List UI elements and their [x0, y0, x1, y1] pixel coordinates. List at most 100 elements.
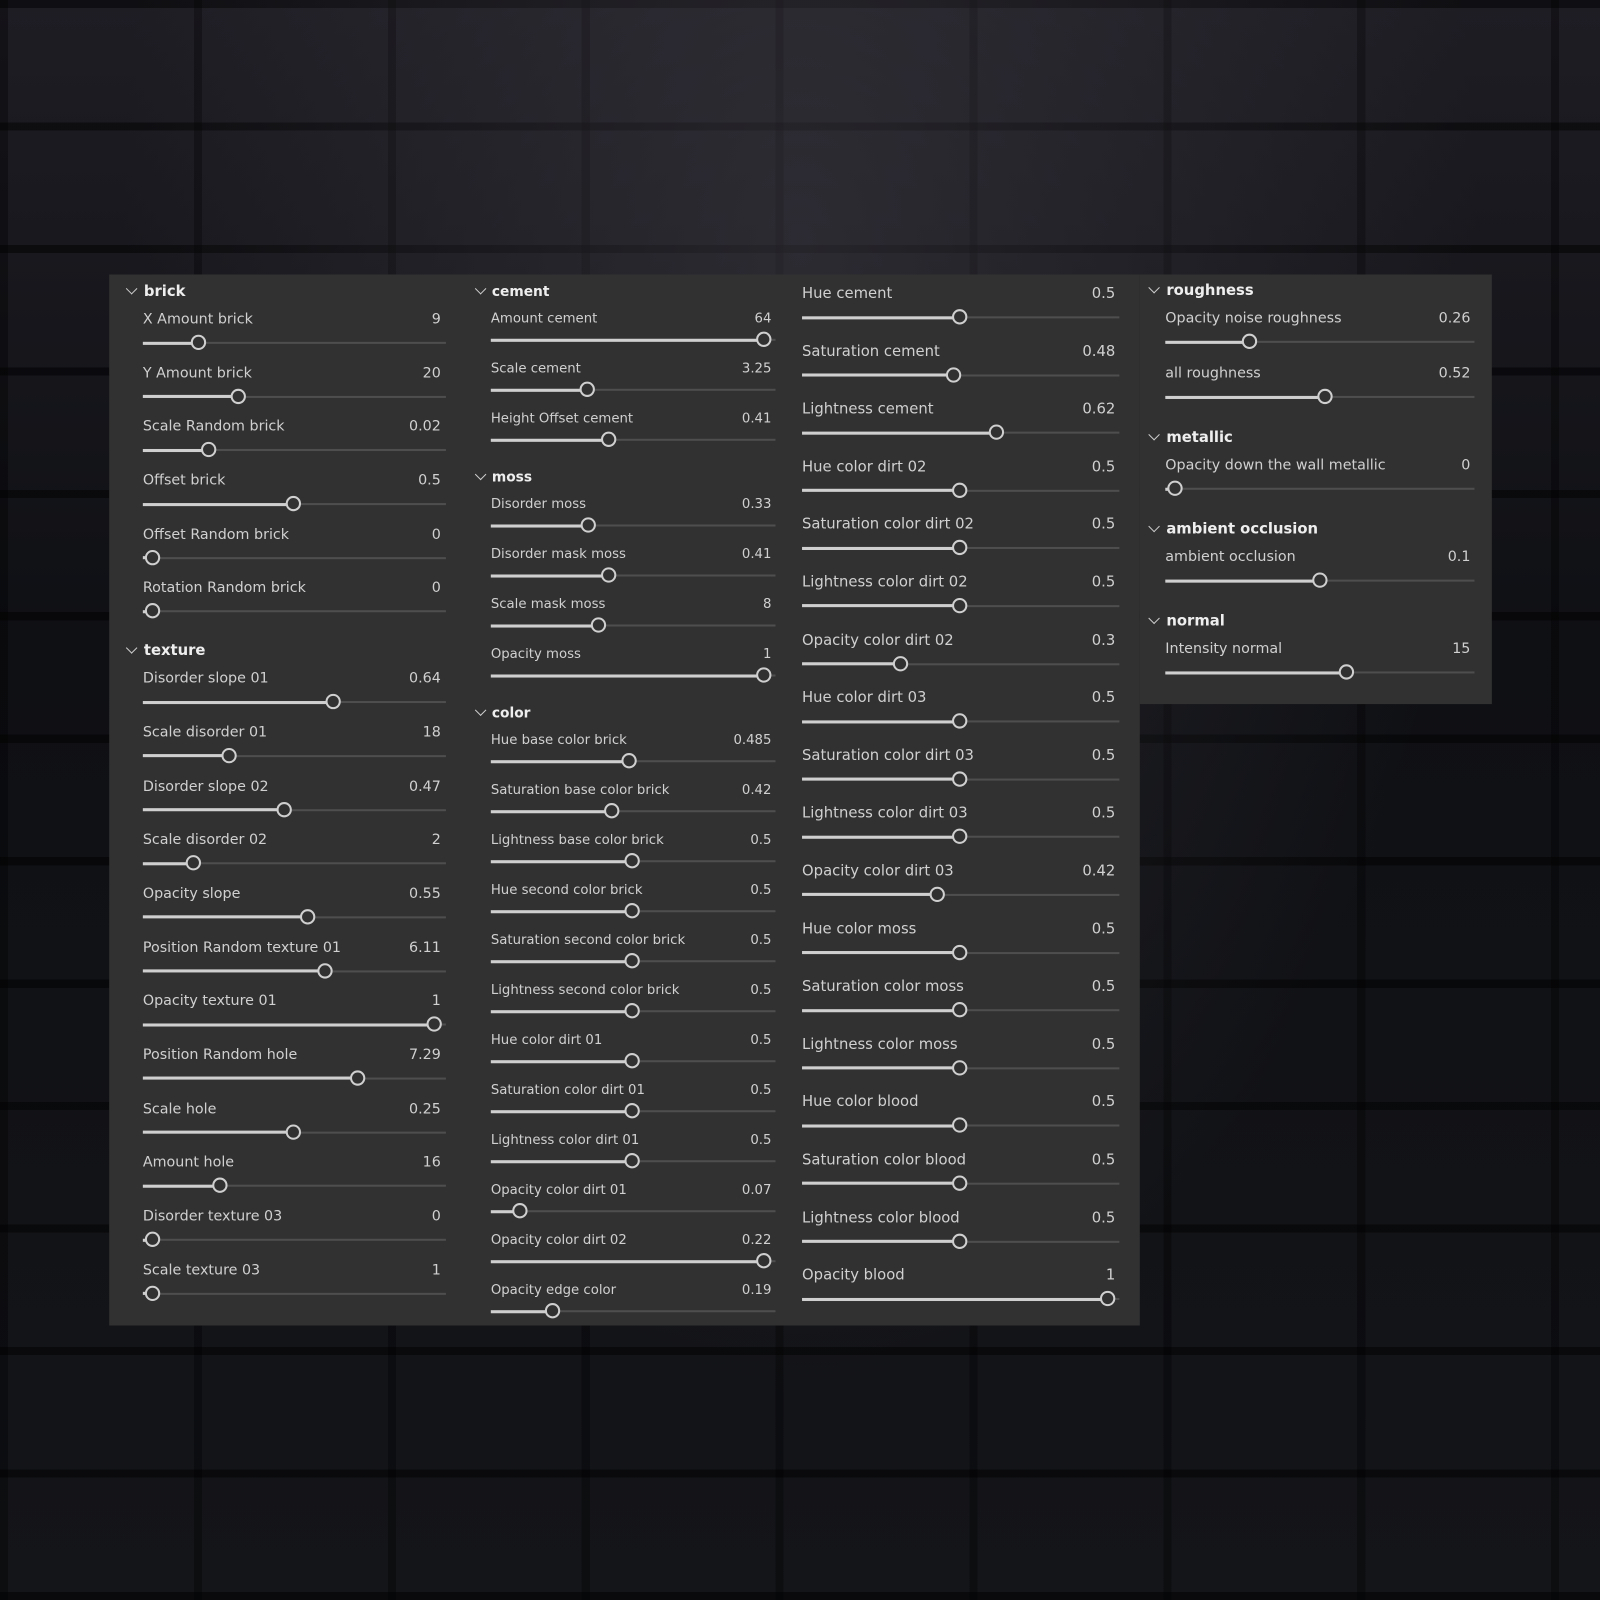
- parameter-value[interactable]: 0.64: [409, 668, 441, 688]
- parameter-value[interactable]: 20: [423, 363, 441, 383]
- parameter-slider[interactable]: [490, 1253, 776, 1269]
- slider-handle[interactable]: [952, 482, 968, 498]
- parameter-value[interactable]: 0.5: [750, 931, 771, 951]
- slider-handle[interactable]: [624, 953, 640, 969]
- slider-handle[interactable]: [952, 713, 968, 729]
- parameter-slider[interactable]: [490, 617, 776, 633]
- parameter-slider[interactable]: [490, 1203, 776, 1219]
- parameter-slider[interactable]: [142, 1177, 446, 1194]
- slider-handle[interactable]: [200, 442, 217, 458]
- parameter-value[interactable]: 0.22: [742, 1231, 772, 1251]
- parameter-slider[interactable]: [802, 309, 1120, 325]
- parameter-value[interactable]: 0.26: [1439, 308, 1471, 328]
- section-header[interactable]: brick: [125, 282, 446, 310]
- parameter-slider[interactable]: [802, 771, 1120, 787]
- slider-handle[interactable]: [276, 801, 292, 817]
- parameter-value[interactable]: 6.11: [409, 937, 441, 957]
- slider-handle[interactable]: [512, 1203, 528, 1219]
- parameter-slider[interactable]: [142, 801, 446, 817]
- parameter-slider[interactable]: [802, 1117, 1120, 1133]
- parameter-value[interactable]: 0.62: [1082, 399, 1115, 419]
- parameter-value[interactable]: 1: [763, 645, 771, 665]
- slider-handle[interactable]: [190, 334, 207, 350]
- parameter-value[interactable]: 0.5: [1092, 515, 1116, 535]
- slider-handle[interactable]: [426, 1016, 442, 1032]
- parameter-value[interactable]: 0.19: [742, 1281, 772, 1301]
- parameter-slider[interactable]: [490, 1103, 776, 1119]
- slider-handle[interactable]: [952, 1233, 968, 1249]
- parameter-slider[interactable]: [490, 803, 776, 819]
- slider-handle[interactable]: [988, 424, 1005, 440]
- parameter-slider[interactable]: [490, 517, 776, 533]
- parameter-value[interactable]: 0.52: [1439, 363, 1471, 383]
- section-header[interactable]: texture: [125, 641, 446, 669]
- slider-handle[interactable]: [144, 549, 161, 566]
- parameter-slider[interactable]: [142, 1070, 446, 1086]
- parameter-value[interactable]: 0.5: [1092, 1150, 1116, 1170]
- slider-handle[interactable]: [1242, 333, 1258, 349]
- parameter-value[interactable]: 0.5: [1092, 977, 1116, 997]
- parameter-value[interactable]: 0: [432, 524, 441, 544]
- parameter-slider[interactable]: [1165, 388, 1475, 405]
- parameter-value[interactable]: 0.5: [1092, 803, 1116, 823]
- parameter-slider[interactable]: [802, 1059, 1120, 1076]
- parameter-slider[interactable]: [142, 694, 446, 710]
- parameter-slider[interactable]: [802, 655, 1120, 671]
- parameter-slider[interactable]: [490, 903, 776, 919]
- parameter-value[interactable]: 0.25: [409, 1099, 441, 1119]
- parameter-slider[interactable]: [142, 747, 446, 764]
- parameter-value[interactable]: 0: [432, 1206, 441, 1226]
- parameter-slider[interactable]: [802, 886, 1120, 902]
- slider-handle[interactable]: [230, 388, 246, 404]
- parameter-slider[interactable]: [1165, 480, 1475, 496]
- parameter-value[interactable]: 1: [432, 1260, 441, 1280]
- parameter-value[interactable]: 64: [755, 309, 772, 329]
- parameter-value[interactable]: 1: [432, 991, 441, 1011]
- slider-handle[interactable]: [945, 366, 962, 383]
- slider-handle[interactable]: [624, 1053, 640, 1069]
- parameter-slider[interactable]: [802, 1175, 1120, 1191]
- parameter-slider[interactable]: [490, 853, 776, 869]
- parameter-value[interactable]: 0.5: [750, 1131, 771, 1151]
- parameter-slider[interactable]: [802, 366, 1120, 383]
- parameter-slider[interactable]: [802, 482, 1120, 498]
- slider-handle[interactable]: [952, 828, 968, 845]
- parameter-value[interactable]: 0.33: [742, 495, 772, 515]
- parameter-value[interactable]: 0.41: [742, 409, 772, 429]
- slider-handle[interactable]: [604, 803, 620, 819]
- slider-handle[interactable]: [579, 381, 596, 397]
- parameter-slider[interactable]: [142, 549, 446, 566]
- slider-handle[interactable]: [624, 1003, 640, 1019]
- parameter-slider[interactable]: [802, 1002, 1120, 1018]
- parameter-value[interactable]: 0.5: [1092, 572, 1116, 592]
- slider-handle[interactable]: [285, 495, 302, 512]
- slider-handle[interactable]: [929, 886, 945, 902]
- slider-handle[interactable]: [600, 567, 617, 583]
- parameter-value[interactable]: 15: [1452, 639, 1470, 659]
- parameter-slider[interactable]: [142, 495, 446, 512]
- parameter-value[interactable]: 0.5: [1092, 1208, 1116, 1228]
- slider-handle[interactable]: [1339, 664, 1355, 680]
- parameter-slider[interactable]: [142, 962, 446, 979]
- slider-handle[interactable]: [1311, 572, 1328, 588]
- section-header[interactable]: moss: [474, 467, 776, 495]
- parameter-value[interactable]: 0.5: [750, 981, 771, 1001]
- parameter-slider[interactable]: [802, 597, 1120, 614]
- slider-handle[interactable]: [952, 540, 968, 556]
- slider-handle[interactable]: [591, 617, 607, 633]
- slider-handle[interactable]: [1167, 480, 1183, 496]
- parameter-value[interactable]: 0.5: [1092, 1092, 1116, 1112]
- slider-handle[interactable]: [185, 855, 202, 871]
- slider-handle[interactable]: [952, 771, 968, 787]
- slider-handle[interactable]: [624, 1103, 640, 1119]
- slider-handle[interactable]: [952, 1059, 968, 1076]
- parameter-slider[interactable]: [490, 1003, 776, 1019]
- parameter-slider[interactable]: [802, 1290, 1120, 1307]
- slider-handle[interactable]: [1099, 1290, 1116, 1307]
- parameter-slider[interactable]: [490, 1153, 776, 1169]
- slider-handle[interactable]: [952, 1117, 968, 1133]
- slider-handle[interactable]: [621, 753, 637, 769]
- parameter-value[interactable]: 0.5: [750, 881, 771, 901]
- slider-handle[interactable]: [624, 1153, 640, 1169]
- parameter-slider[interactable]: [142, 1231, 446, 1247]
